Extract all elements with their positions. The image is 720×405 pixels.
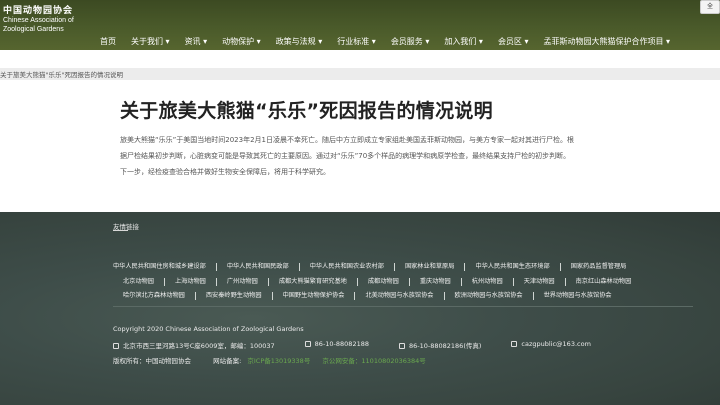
friend-link[interactable]: 中华人民共和国农业农村部 bbox=[300, 263, 395, 271]
friend-link[interactable]: 中华人民共和国生态环境部 bbox=[465, 263, 561, 271]
friend-links-row-2: 北京动物园 上海动物园 广州动物园 成都大熊猫繁育研究基地 成都动物园 重庆动物… bbox=[113, 278, 641, 286]
friend-link[interactable]: 成都大熊猫繁育研究基地 bbox=[269, 278, 358, 286]
nav-item-home[interactable]: 首页 bbox=[100, 36, 116, 47]
friend-link[interactable]: 国家林业和草原局 bbox=[395, 263, 466, 271]
friend-link[interactable]: 西安秦岭野生动物园 bbox=[196, 292, 273, 300]
site-header: 中国动物园协会 Chinese Association of Zoologica… bbox=[0, 0, 720, 50]
friend-links-row-3: 哈尔滨北方森林动物园 西安秦岭野生动物园 中国野生动物保护协会 北美动物园与水族… bbox=[113, 292, 622, 300]
friend-link[interactable]: 国家药品监督管理局 bbox=[561, 263, 637, 271]
icp-link[interactable]: 京ICP备13019338号 bbox=[247, 357, 310, 365]
copyright-text: Copyright 2020 Chinese Association of Zo… bbox=[113, 325, 304, 333]
friend-link[interactable]: 中国野生动物保护协会 bbox=[273, 292, 356, 300]
nav-item-standards[interactable]: 行业标准 ▾ bbox=[337, 36, 376, 47]
friend-link[interactable]: 南京红山森林动物园 bbox=[566, 278, 642, 286]
police-record-link[interactable]: 京公网安备：11010802036384号 bbox=[322, 357, 425, 365]
rights-label: 版权所有：中国动物园协会 bbox=[113, 357, 191, 365]
email-link[interactable]: cazgpublic@163.com bbox=[521, 340, 591, 348]
nav-item-member-services[interactable]: 会员服务 ▾ bbox=[391, 36, 430, 47]
nav-item-animal-protection[interactable]: 动物保护 ▾ bbox=[222, 36, 261, 47]
logo-english-line2: Zoological Gardens bbox=[3, 26, 64, 33]
page-title: 关于旅美大熊猫“乐乐”死因报告的情况说明 bbox=[120, 100, 493, 122]
logo-chinese-name: 中国动物园协会 bbox=[3, 6, 74, 16]
fax-icon bbox=[399, 343, 405, 349]
friend-link[interactable]: 北京动物园 bbox=[113, 278, 165, 286]
address-text: 北京市西三里河路13号C座6009室，邮编：100037 bbox=[123, 342, 275, 350]
breadcrumb: 关于旅美大熊猫"乐乐"死因报告的情况说明 bbox=[0, 71, 123, 79]
record-label: 网站备案: bbox=[213, 357, 242, 365]
friend-link[interactable]: 重庆动物园 bbox=[410, 278, 462, 286]
contact-info: 北京市西三里河路13号C座6009室，邮编：100037 86-10-88082… bbox=[113, 340, 621, 350]
footer-divider bbox=[113, 306, 693, 307]
rights-line: 版权所有：中国动物园协会 网站备案: 京ICP备13019338号 京公网安备：… bbox=[113, 355, 426, 365]
nav-item-memphis-panda[interactable]: 孟菲斯动物园大熊猫保护合作项目 ▾ bbox=[544, 36, 671, 47]
fax-text: 86-10-88082186(传真) bbox=[409, 342, 482, 350]
friend-link[interactable]: 天津动物园 bbox=[514, 278, 566, 286]
site-footer bbox=[0, 212, 720, 405]
breadcrumb-bar: 关于旅美大熊猫"乐乐"死因报告的情况说明 bbox=[0, 68, 720, 80]
site-logo[interactable]: 中国动物园协会 Chinese Association of Zoologica… bbox=[3, 3, 74, 34]
friend-link[interactable]: 成都动物园 bbox=[358, 278, 410, 286]
article-body: 旅美大熊猫“乐乐”于美国当地时间2023年2月1日凌晨不幸死亡。随后中方立即成立… bbox=[120, 136, 574, 176]
nav-item-member-area[interactable]: 会员区 ▾ bbox=[498, 36, 529, 47]
friend-link[interactable]: 中华人民共和国住房和城乡建设部 bbox=[103, 263, 217, 271]
top-corner-button[interactable]: 全 bbox=[700, 0, 720, 14]
friend-link[interactable]: 哈尔滨北方森林动物园 bbox=[113, 292, 196, 300]
phone-icon bbox=[304, 341, 311, 347]
main-nav: 首页 关于我们 ▾ 资讯 ▾ 动物保护 ▾ 政策与法规 ▾ 行业标准 ▾ 会员服… bbox=[100, 36, 685, 47]
location-icon bbox=[113, 343, 119, 349]
logo-english-line1: Chinese Association of bbox=[3, 17, 74, 24]
friend-link[interactable]: 上海动物园 bbox=[165, 278, 217, 286]
friend-link[interactable]: 欧洲动物园与水族馆协会 bbox=[445, 292, 534, 300]
friend-link[interactable]: 中华人民共和国民政部 bbox=[217, 263, 300, 271]
friend-link[interactable]: 北美动物园与水族馆协会 bbox=[355, 292, 445, 300]
nav-item-policy[interactable]: 政策与法规 ▾ bbox=[276, 36, 323, 47]
friend-link[interactable]: 广州动物园 bbox=[217, 278, 269, 286]
friend-link[interactable]: 杭州动物园 bbox=[462, 278, 514, 286]
friend-links-row-1: 中华人民共和国住房和城乡建设部 中华人民共和国民政部 中华人民共和国农业农村部 … bbox=[103, 263, 636, 271]
phone-item: 86-10-88082188 bbox=[304, 340, 369, 350]
email-icon bbox=[511, 341, 518, 347]
friend-link[interactable]: 世界动物园与水族馆协会 bbox=[534, 292, 622, 300]
nav-item-about[interactable]: 关于我们 ▾ bbox=[131, 36, 170, 47]
heading-underline bbox=[113, 230, 128, 231]
address-item: 北京市西三里河路13号C座6009室，邮编：100037 bbox=[113, 340, 275, 350]
email-item: cazgpublic@163.com bbox=[511, 340, 591, 350]
fax-item: 86-10-88082186(传真) bbox=[399, 340, 481, 350]
nav-item-news[interactable]: 资讯 ▾ bbox=[185, 36, 208, 47]
phone-text: 86-10-88082188 bbox=[314, 340, 369, 348]
nav-item-join[interactable]: 加入我们 ▾ bbox=[444, 36, 483, 47]
